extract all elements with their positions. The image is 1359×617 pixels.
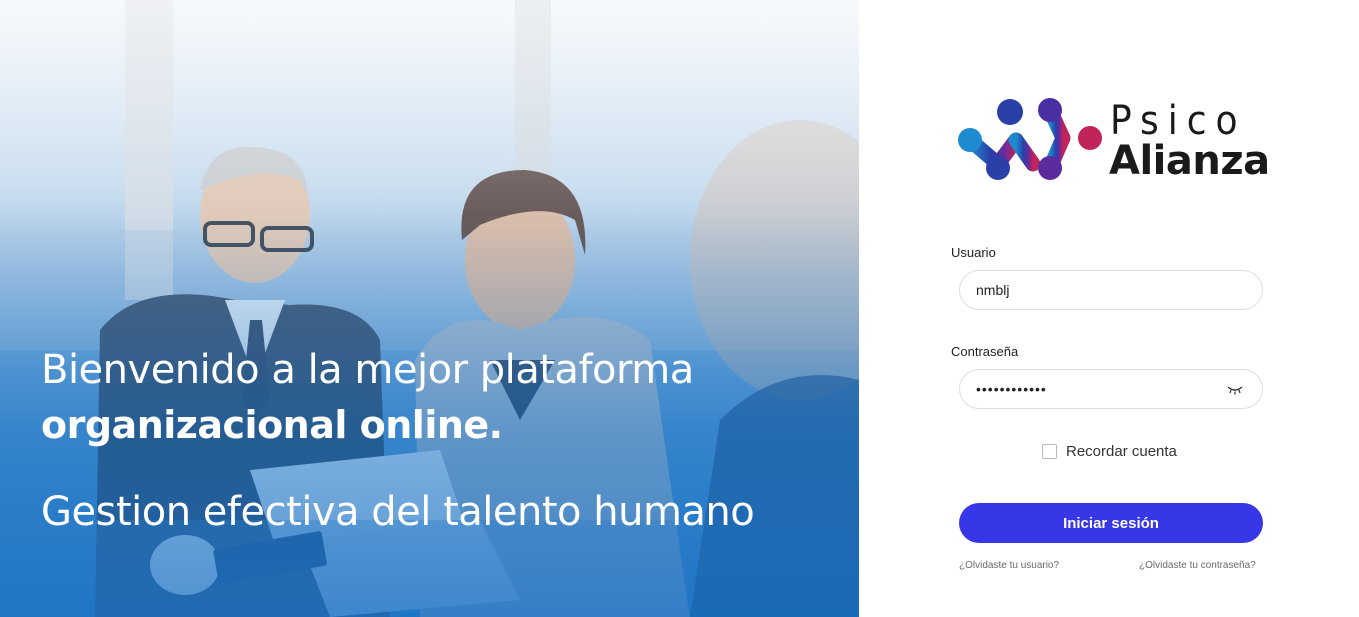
password-label: Contraseña [951, 344, 1019, 359]
password-field[interactable] [959, 369, 1263, 409]
hero-heading-line1: Bienvenido a la mejor plataforma [41, 347, 694, 393]
username-field[interactable] [959, 270, 1263, 310]
remember-checkbox[interactable] [1042, 443, 1057, 459]
brand-logo: Psico Alianza [958, 98, 1270, 184]
forgot-username-link[interactable]: ¿Olvidaste tu usuario? [959, 560, 1059, 571]
hero-panel: Bienvenido a la mejor plataforma organiz… [0, 0, 859, 617]
username-input[interactable] [976, 280, 1226, 300]
password-input[interactable] [976, 379, 1226, 399]
hero-heading-line2: organizacional online. [41, 403, 503, 447]
logo-mark-icon [958, 98, 1102, 180]
remember-account[interactable]: Recordar cuenta [1042, 442, 1177, 460]
remember-label[interactable]: Recordar cuenta [1066, 443, 1177, 460]
hero-subheading: Gestion efectiva del talento humano [41, 489, 755, 535]
forgot-password-link[interactable]: ¿Olvidaste tu contraseña? [1139, 560, 1256, 571]
login-button[interactable]: Iniciar sesión [959, 503, 1263, 543]
username-label: Usuario [951, 245, 996, 260]
eye-closed-icon[interactable] [1227, 383, 1243, 395]
logo-text-alianza: Alianza [1109, 138, 1270, 184]
